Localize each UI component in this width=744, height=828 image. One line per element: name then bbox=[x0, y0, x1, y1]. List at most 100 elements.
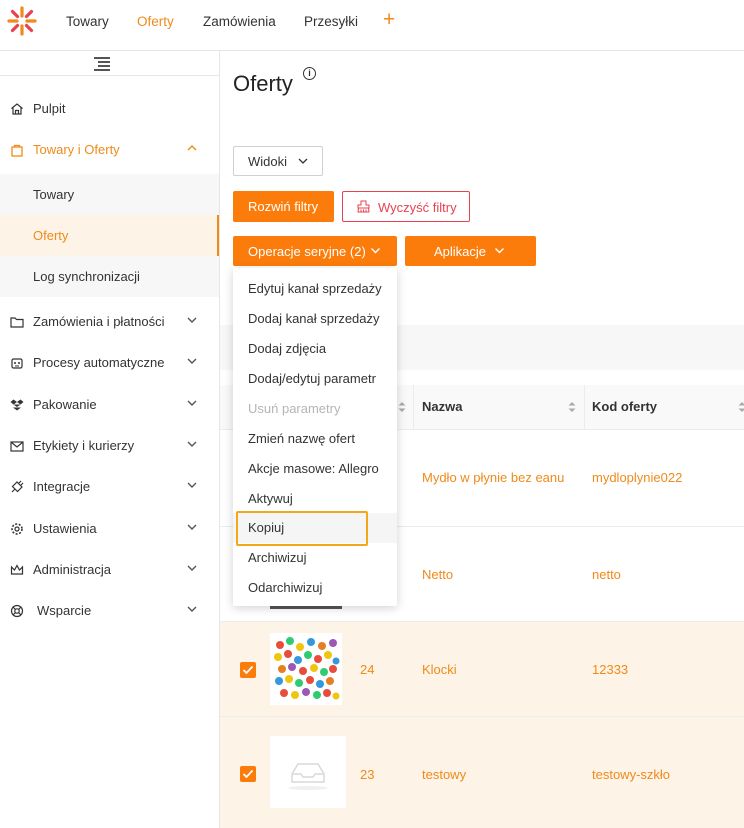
sidebar-item-administracja[interactable]: Administracja bbox=[0, 550, 219, 590]
sidebar-subitem-towary[interactable]: Towary bbox=[0, 174, 219, 215]
sidebar-item-towary-i-oferty[interactable]: Towary i Oferty bbox=[0, 130, 219, 170]
sidebar-item-label: Pulpit bbox=[33, 101, 66, 116]
gear-icon bbox=[11, 523, 23, 535]
chevron-up-icon bbox=[187, 145, 197, 151]
clear-filter-icon bbox=[357, 200, 370, 213]
menu-item-rename-offers[interactable]: Zmień nazwę ofert bbox=[233, 424, 397, 454]
apps-label: Aplikacje bbox=[434, 244, 487, 259]
info-icon[interactable]: i bbox=[303, 67, 316, 80]
sort-icon[interactable] bbox=[567, 399, 577, 415]
menu-item-add-sales-channel[interactable]: Dodaj kanał sprzedaży bbox=[233, 304, 397, 334]
chevron-down-icon bbox=[187, 565, 197, 571]
sidebar-item-label: Administracja bbox=[33, 562, 112, 577]
chevron-down-icon bbox=[495, 248, 504, 254]
column-header-code[interactable]: Kod oferty bbox=[592, 399, 657, 414]
sidebar-subitem-log-synchronizacji[interactable]: Log synchronizacji bbox=[0, 256, 219, 297]
offer-code-link[interactable]: mydloplynie022 bbox=[592, 470, 682, 485]
column-divider bbox=[413, 385, 414, 430]
sidebar-item-zamowienia[interactable]: Zamówienia i płatności bbox=[0, 302, 219, 342]
nav-oferty[interactable]: Oferty bbox=[137, 14, 174, 29]
nav-towary[interactable]: Towary bbox=[66, 14, 109, 29]
column-header-name[interactable]: Nazwa bbox=[422, 399, 462, 414]
offer-name-link[interactable]: Klocki bbox=[422, 662, 457, 677]
menu-item-unarchive[interactable]: Odarchiwizuj bbox=[233, 573, 397, 603]
add-tab-button[interactable]: + bbox=[383, 9, 395, 31]
top-navigation: Towary Oferty Zamówienia Przesyłki + bbox=[0, 0, 744, 51]
chevron-down-icon bbox=[187, 441, 197, 447]
table-row[interactable]: 23 testowy testowy-szkło bbox=[220, 717, 744, 828]
expand-filters-label: Rozwiń filtry bbox=[248, 199, 319, 214]
menu-item-label: Edytuj kanał sprzedaży bbox=[248, 281, 382, 296]
menu-item-copy[interactable]: Kopiuj bbox=[233, 513, 397, 543]
offer-id-link[interactable]: 24 bbox=[360, 662, 374, 677]
sidebar-item-integracje[interactable]: Integracje bbox=[0, 467, 219, 507]
menu-item-label: Odarchiwizuj bbox=[248, 580, 323, 595]
sidebar-item-label: Towary i Oferty bbox=[33, 142, 120, 157]
sidebar: Pulpit Towary i Oferty Towary Oferty Log… bbox=[0, 51, 220, 828]
bulk-operations-button[interactable]: Operacje seryjne (2) bbox=[233, 236, 397, 266]
bulk-operations-menu: Edytuj kanał sprzedaży Dodaj kanał sprze… bbox=[233, 268, 397, 606]
menu-item-label: Dodaj kanał sprzedaży bbox=[248, 311, 380, 326]
plug-icon bbox=[11, 480, 24, 493]
menu-item-edit-sales-channel[interactable]: Edytuj kanał sprzedaży bbox=[233, 274, 397, 304]
collapse-sidebar-icon[interactable] bbox=[94, 57, 110, 71]
home-icon bbox=[11, 103, 23, 115]
menu-item-archive[interactable]: Archiwizuj bbox=[233, 543, 397, 573]
sidebar-divider bbox=[0, 75, 219, 76]
sidebar-subitem-oferty[interactable]: Oferty bbox=[0, 215, 219, 256]
nav-zamowienia[interactable]: Zamówienia bbox=[203, 14, 276, 29]
sidebar-item-label: Wsparcie bbox=[37, 603, 92, 618]
clear-filters-button[interactable]: Wyczyść filtry bbox=[342, 191, 470, 222]
views-dropdown-button[interactable]: Widoki bbox=[233, 146, 323, 176]
chevron-down-icon bbox=[187, 317, 197, 323]
folder-icon bbox=[10, 317, 24, 328]
apps-button[interactable]: Aplikacje bbox=[405, 236, 536, 266]
row-checkbox[interactable] bbox=[240, 662, 256, 678]
sidebar-item-wsparcie[interactable]: Wsparcie bbox=[0, 591, 219, 631]
sort-icon[interactable] bbox=[397, 399, 407, 415]
logo-icon[interactable] bbox=[6, 5, 38, 37]
bag-icon bbox=[11, 144, 23, 157]
chevron-down-icon bbox=[187, 482, 197, 488]
offer-name-link[interactable]: Mydło w płynie bez eanu bbox=[422, 470, 564, 485]
row-checkbox[interactable] bbox=[240, 766, 256, 782]
product-thumbnail-placeholder bbox=[270, 736, 346, 808]
menu-item-label: Aktywuj bbox=[248, 491, 293, 506]
menu-item-label: Zmień nazwę ofert bbox=[248, 431, 355, 446]
sidebar-item-ustawienia[interactable]: Ustawienia bbox=[0, 509, 219, 549]
image-placeholder-icon bbox=[288, 763, 328, 790]
menu-item-allegro-bulk-actions[interactable]: Akcje masowe: Allegro bbox=[233, 454, 397, 484]
sidebar-subitem-label: Log synchronizacji bbox=[33, 269, 140, 284]
menu-item-label: Akcje masowe: Allegro bbox=[248, 461, 379, 476]
checkmark-icon bbox=[242, 769, 254, 779]
offer-name-link[interactable]: Netto bbox=[422, 567, 453, 582]
chevron-down-icon bbox=[187, 524, 197, 530]
sidebar-item-etykiety[interactable]: Etykiety i kurierzy bbox=[0, 426, 219, 466]
clear-filters-label: Wyczyść filtry bbox=[378, 200, 457, 215]
offer-code-link[interactable]: netto bbox=[592, 567, 621, 582]
page-title: Oferty bbox=[233, 71, 293, 96]
menu-item-add-photos[interactable]: Dodaj zdjęcia bbox=[233, 334, 397, 364]
menu-item-activate[interactable]: Aktywuj bbox=[233, 484, 397, 514]
sidebar-item-label: Ustawienia bbox=[33, 521, 97, 536]
sidebar-item-pakowanie[interactable]: Pakowanie bbox=[0, 385, 219, 425]
nav-przesylki[interactable]: Przesyłki bbox=[304, 14, 358, 29]
offer-code-link[interactable]: 12333 bbox=[592, 662, 628, 677]
chevron-down-icon bbox=[187, 400, 197, 406]
sidebar-item-pulpit[interactable]: Pulpit bbox=[0, 89, 219, 129]
table-row[interactable]: 24 Klocki 12333 bbox=[220, 622, 744, 717]
offer-id-link[interactable]: 23 bbox=[360, 767, 374, 782]
offer-code-link[interactable]: testowy-szkło bbox=[592, 767, 670, 782]
expand-filters-button[interactable]: Rozwiń filtry bbox=[233, 191, 334, 222]
sidebar-subitem-label: Oferty bbox=[33, 228, 69, 243]
checkmark-icon bbox=[242, 665, 254, 675]
menu-item-edit-parameter[interactable]: Dodaj/edytuj parametr bbox=[233, 364, 397, 394]
menu-item-remove-parameters: Usuń parametry bbox=[233, 394, 397, 424]
offer-name-link[interactable]: testowy bbox=[422, 767, 466, 782]
sidebar-item-label: Procesy automatyczne bbox=[33, 355, 165, 370]
sidebar-item-procesy[interactable]: Procesy automatyczne bbox=[0, 343, 219, 383]
sort-icon[interactable] bbox=[737, 399, 744, 415]
product-thumbnail-klocki bbox=[270, 633, 342, 705]
column-divider bbox=[584, 385, 585, 430]
crown-icon bbox=[10, 564, 24, 575]
